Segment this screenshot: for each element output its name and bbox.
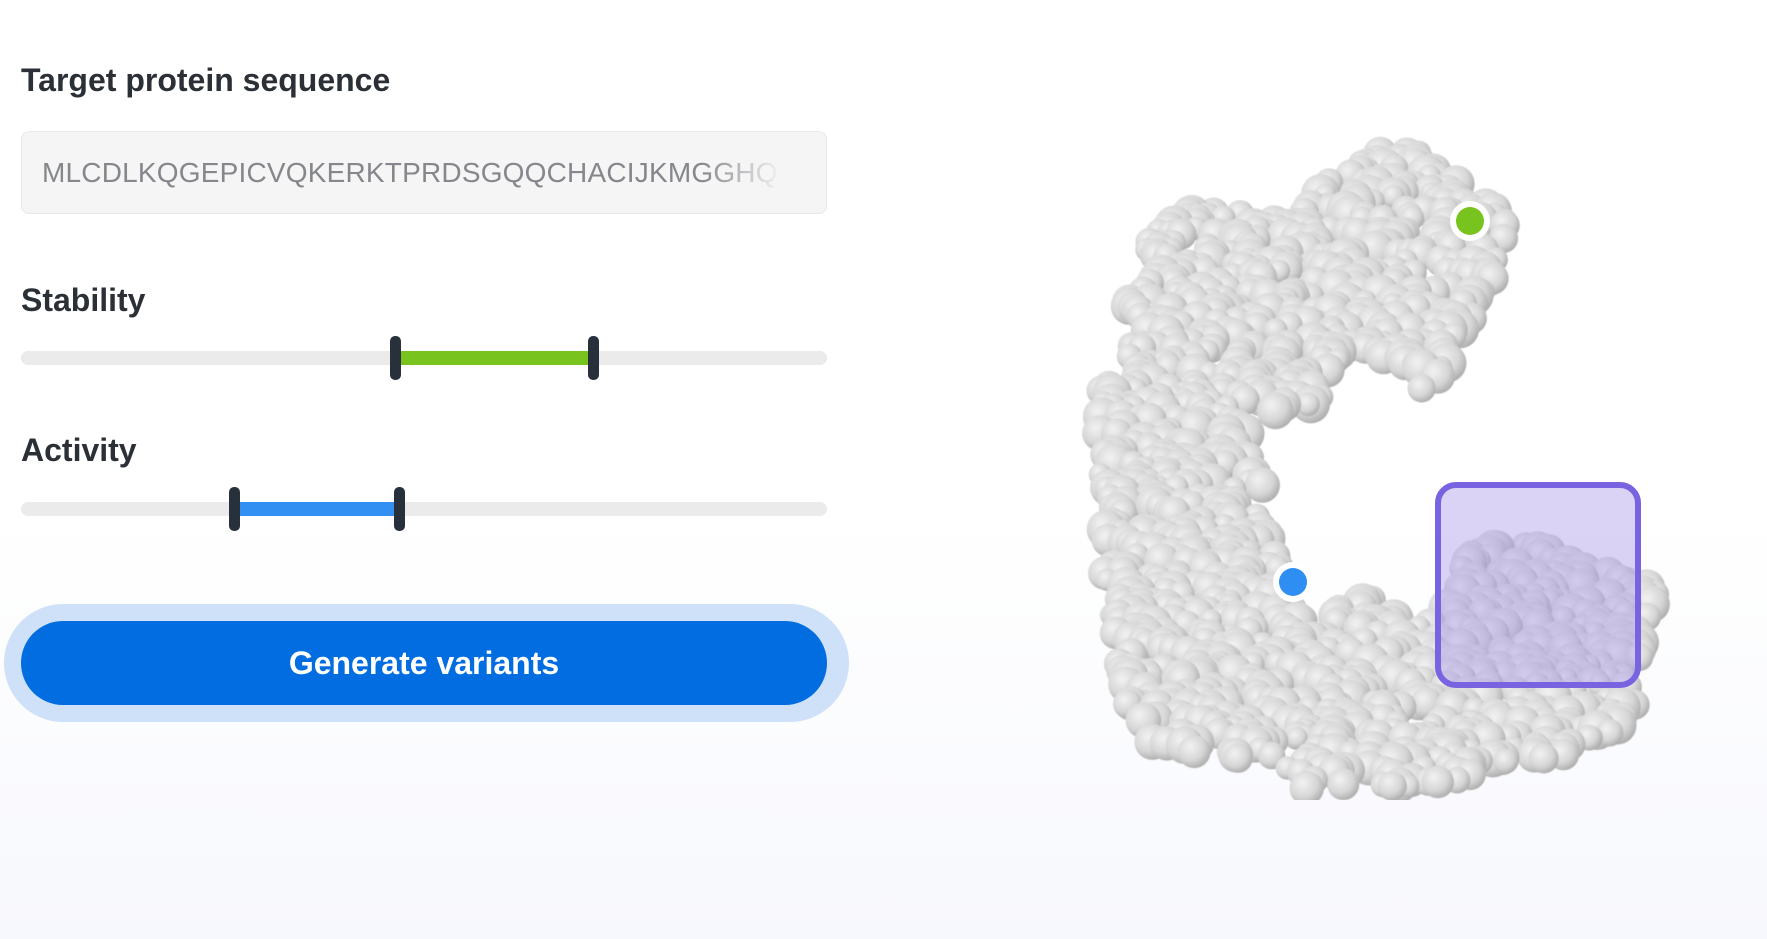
activity-site-marker[interactable] [1273,562,1313,602]
selection-box[interactable] [1435,482,1641,688]
activity-slider-track [21,502,827,516]
atom [1256,392,1294,430]
atom [1177,735,1211,769]
atom [1421,765,1454,799]
stability-site-marker[interactable] [1450,201,1490,241]
atom [1407,374,1436,403]
atom [1528,743,1559,774]
activity-range-slider[interactable] [21,487,827,531]
generate-variants-button[interactable]: Generate variants [21,621,827,705]
stability-min-handle[interactable] [390,336,402,380]
atom [1223,743,1253,773]
protein-structure [1082,136,1670,806]
stability-label: Stability [21,282,146,318]
sequence-label: Target protein sequence [21,62,391,98]
activity-max-handle[interactable] [394,487,406,531]
sequence-value: MLCDLKQGEPICVQKERKTPRDSGQQCHACIJKMGGHQ [42,157,778,188]
sequence-input[interactable]: MLCDLKQGEPICVQKERKTPRDSGQQCHACIJKMGGHQ [21,131,827,214]
design-form: Target protein sequence MLCDLKQGEPICVQKE… [0,0,880,939]
stability-range-slider[interactable] [21,336,827,380]
protein-atoms [1082,136,1670,806]
activity-range-fill [234,502,400,516]
stability-max-handle[interactable] [587,336,599,380]
atom [1377,771,1407,801]
atom [1327,768,1360,801]
stability-range-fill [395,351,594,365]
activity-min-handle[interactable] [229,487,241,531]
activity-label: Activity [21,432,137,468]
protein-structure-viewer[interactable] [1080,110,1767,806]
atom [1493,748,1519,774]
